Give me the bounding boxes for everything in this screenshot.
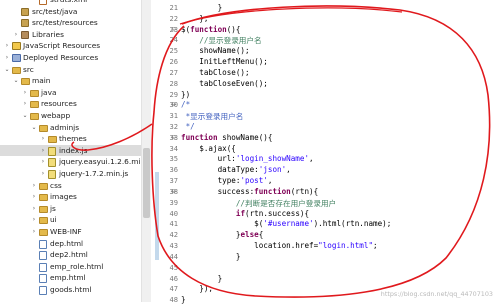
watermark: https://blog.csdn.net/qq_44707103 <box>380 290 493 298</box>
annotation-loop <box>151 5 491 298</box>
annotation-pointer-stroke <box>71 123 153 151</box>
annotation-overlap-stroke <box>179 7 403 25</box>
red-annotation-circle <box>71 5 491 298</box>
